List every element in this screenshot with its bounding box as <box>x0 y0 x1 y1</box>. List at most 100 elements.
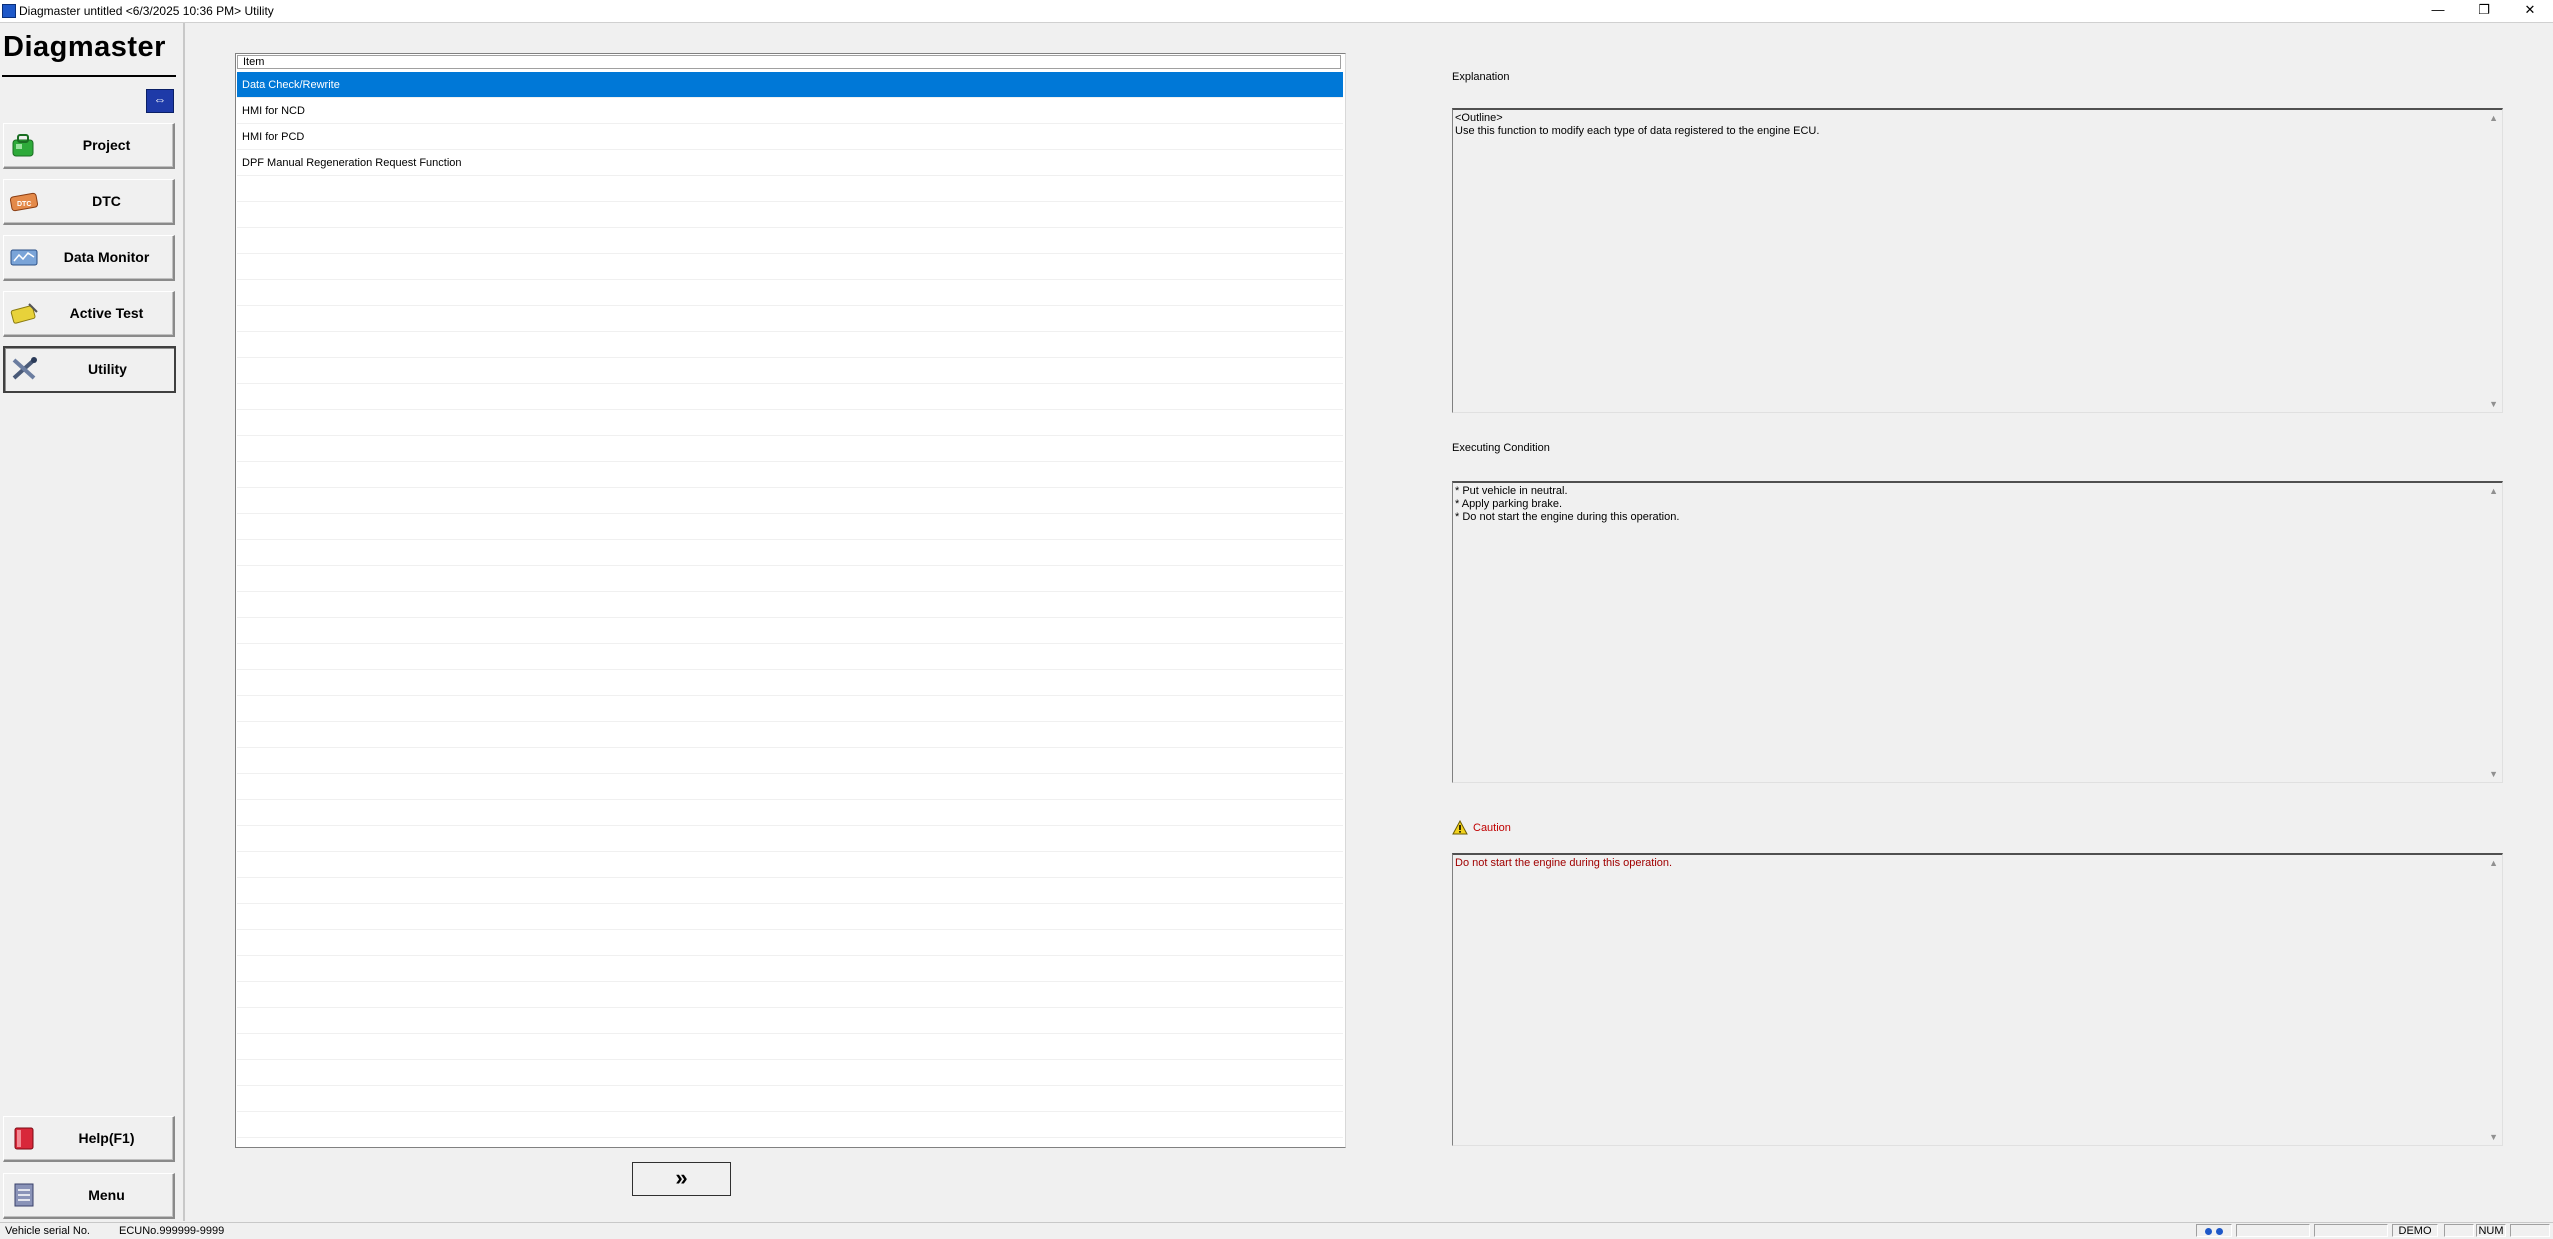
empty-list-row <box>237 202 1343 228</box>
empty-list-row <box>237 618 1343 644</box>
empty-list-row <box>237 514 1343 540</box>
caution-label: Caution <box>1473 822 1511 834</box>
empty-list-row <box>237 774 1343 800</box>
caution-text: Do not start the engine during this oper… <box>1455 857 1673 869</box>
utility-icon <box>12 357 37 380</box>
scroll-down-icon[interactable]: ▼ <box>2489 399 2498 409</box>
scroll-down-icon[interactable]: ▼ <box>2489 1132 2498 1142</box>
window-title: Diagmaster untitled <6/3/2025 10:36 PM> … <box>19 4 274 18</box>
empty-list-row <box>237 1060 1343 1086</box>
status-panel-blank-2 <box>2314 1224 2388 1237</box>
executing-condition-label: Executing Condition <box>1452 442 1550 454</box>
list-item[interactable]: DPF Manual Regeneration Request Function <box>237 150 1343 176</box>
empty-list-row <box>237 306 1343 332</box>
empty-list-row <box>237 904 1343 930</box>
scroll-up-icon[interactable]: ▲ <box>2489 113 2498 123</box>
explanation-text: <Outline> Use this function to modify ea… <box>1455 112 1820 137</box>
dtc-icon: DTC <box>9 192 39 212</box>
active-test-button[interactable]: Active Test <box>3 291 175 337</box>
empty-list-row <box>237 176 1343 202</box>
empty-list-row <box>237 930 1343 956</box>
empty-list-row <box>237 254 1343 280</box>
empty-list-row <box>237 696 1343 722</box>
empty-list-row <box>237 332 1343 358</box>
empty-list-row <box>237 592 1343 618</box>
empty-list-row <box>237 488 1343 514</box>
num-lock-indicator: NUM <box>2476 1224 2506 1237</box>
sidebar: Diagmaster ⇔ Project DTC DTC Data Monito… <box>0 23 185 1221</box>
next-button[interactable]: » <box>632 1162 731 1196</box>
executing-condition-text: * Put vehicle in neutral. * Apply parkin… <box>1455 485 1680 523</box>
empty-list-row <box>237 436 1343 462</box>
connection-status-icon <box>2196 1224 2232 1237</box>
empty-list-row <box>237 540 1343 566</box>
project-button[interactable]: Project <box>3 123 175 169</box>
active-test-label: Active Test <box>69 305 144 321</box>
restore-button[interactable]: ❐ <box>2461 0 2507 22</box>
empty-list-row <box>237 748 1343 774</box>
explanation-label: Explanation <box>1452 71 1510 83</box>
menu-button[interactable]: Menu <box>3 1173 175 1219</box>
help-button[interactable]: Help(F1) <box>3 1116 175 1162</box>
explanation-pane[interactable]: <Outline> Use this function to modify ea… <box>1452 108 2503 413</box>
dtc-button[interactable]: DTC DTC <box>3 179 175 225</box>
empty-list-row <box>237 644 1343 670</box>
utility-label: Utility <box>88 361 127 377</box>
empty-list-row <box>237 1112 1343 1138</box>
menu-icon <box>14 1183 34 1207</box>
app-icon <box>2 4 16 18</box>
data-monitor-button[interactable]: Data Monitor <box>3 235 175 281</box>
empty-list-row <box>237 384 1343 410</box>
menu-label: Menu <box>88 1187 125 1203</box>
utility-button[interactable]: Utility <box>3 346 176 393</box>
empty-list-row <box>237 566 1343 592</box>
empty-list-row <box>237 852 1343 878</box>
scroll-up-icon[interactable]: ▲ <box>2489 858 2498 868</box>
minimize-button[interactable]: — <box>2415 0 2461 22</box>
item-column-header[interactable]: Item <box>237 55 1341 69</box>
scroll-up-icon[interactable]: ▲ <box>2489 486 2498 496</box>
empty-list-row <box>237 1086 1343 1112</box>
empty-list-row <box>237 722 1343 748</box>
dtc-label: DTC <box>92 193 121 209</box>
empty-list-row <box>237 1138 1343 1164</box>
empty-list-row <box>237 982 1343 1008</box>
logo-underline <box>2 75 176 77</box>
data-monitor-icon <box>10 249 38 266</box>
scroll-down-icon[interactable]: ▼ <box>2489 769 2498 779</box>
caution-pane[interactable]: Do not start the engine during this oper… <box>1452 853 2503 1146</box>
empty-list-row <box>237 228 1343 254</box>
project-icon <box>12 134 34 157</box>
empty-list-row <box>237 670 1343 696</box>
executing-condition-pane[interactable]: * Put vehicle in neutral. * Apply parkin… <box>1452 481 2503 783</box>
close-button[interactable]: ✕ <box>2507 0 2553 22</box>
status-bar: Vehicle serial No. ECUNo.999999-9999 DEM… <box>0 1222 2553 1239</box>
item-list-rows: Data Check/Rewrite HMI for NCD HMI for PCD… <box>237 72 1343 1164</box>
empty-list-row <box>237 878 1343 904</box>
list-item[interactable]: HMI for PCD <box>237 124 1343 150</box>
status-panel-blank-1 <box>2236 1224 2310 1237</box>
ecu-number: ECUNo.999999-9999 <box>119 1225 225 1237</box>
empty-list-row <box>237 956 1343 982</box>
empty-list-row <box>237 410 1343 436</box>
help-book-icon <box>14 1127 34 1150</box>
vehicle-serial-label: Vehicle serial No. <box>5 1225 90 1237</box>
empty-list-row <box>237 826 1343 852</box>
help-label: Help(F1) <box>78 1130 135 1146</box>
demo-indicator: DEMO <box>2392 1224 2438 1237</box>
empty-list-row <box>237 1034 1343 1060</box>
toggle-panel-icon[interactable]: ⇔ <box>146 89 174 113</box>
list-item[interactable]: HMI for NCD <box>237 98 1343 124</box>
empty-list-row <box>237 1008 1343 1034</box>
warning-icon <box>1452 820 1468 835</box>
app-logo: Diagmaster <box>3 31 166 63</box>
empty-list-row <box>237 358 1343 384</box>
title-bar: Diagmaster untitled <6/3/2025 10:36 PM> … <box>0 0 2553 23</box>
item-list: Item Data Check/Rewrite HMI for NCD HMI fo… <box>235 53 1346 1164</box>
project-label: Project <box>82 137 131 153</box>
status-panel-blank-3 <box>2444 1224 2474 1237</box>
data-monitor-label: Data Monitor <box>63 249 150 265</box>
list-item[interactable]: Data Check/Rewrite <box>237 72 1343 98</box>
active-test-icon <box>10 303 38 324</box>
status-panel-blank-4 <box>2510 1224 2550 1237</box>
